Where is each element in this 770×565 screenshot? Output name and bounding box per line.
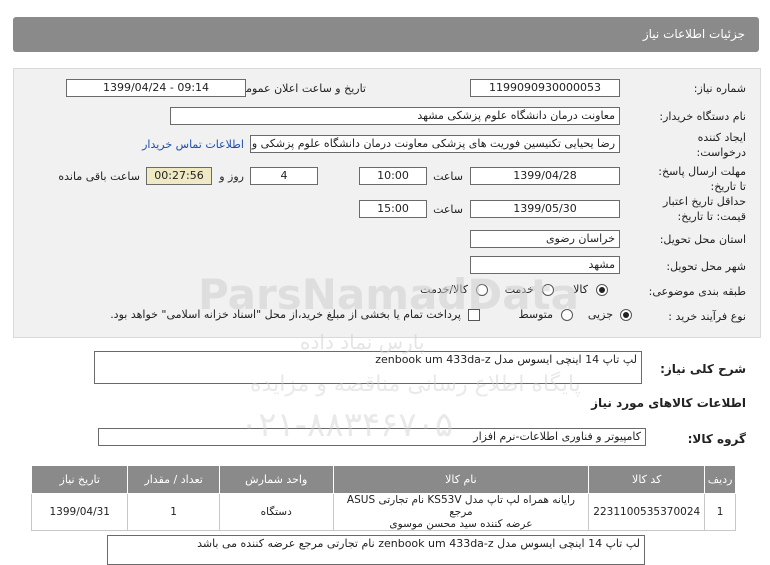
price-validity-label: حداقل تاریخ اعتبار: [662, 195, 746, 208]
category-option-service: خدمت: [504, 283, 534, 296]
page-title: جزئیات اطلاعات نیاز: [642, 27, 745, 41]
category-option-goods: کالا: [573, 283, 588, 296]
reply-deadline-label: مهلت ارسال پاسخ:: [658, 165, 746, 178]
process-option-medium: متوسط: [518, 308, 553, 321]
need-number-field: 1199090930000053: [470, 79, 620, 97]
col-unit: واحد شمارش: [218, 465, 334, 494]
remaining-days-field: 4: [250, 167, 318, 185]
cell-name: رایانه همراه لپ تاپ مدل KS53V نام تجارتی…: [332, 493, 590, 531]
category-radio-goods[interactable]: [596, 284, 608, 296]
cell-qty: 1: [127, 493, 220, 531]
col-name: نام کالا: [332, 465, 590, 494]
reply-time-label: ساعت: [433, 170, 463, 183]
buyer-contact-link[interactable]: اطلاعات تماس خریدار: [142, 138, 244, 151]
goods-section-title: اطلاعات کالاهای مورد نیاز: [591, 396, 746, 410]
creator-label-2: درخواست:: [696, 146, 746, 159]
announce-field: 1399/04/24 - 09:14: [66, 79, 246, 97]
category-option-goods-service: کالا/خدمت: [420, 283, 468, 296]
buyer-org-field: معاونت درمان دانشگاه علوم پزشکی مشهد: [170, 107, 620, 125]
cell-code: 2231100535370024: [588, 493, 706, 531]
treasury-checkbox-label: پرداخت تمام یا بخشی از مبلغ خرید،از محل …: [110, 308, 461, 321]
price-time-label: ساعت: [433, 203, 463, 216]
province-field: خراسان رضوی: [470, 230, 620, 248]
cell-unit: دستگاه: [218, 493, 334, 531]
cell-name-line-1: رایانه همراه لپ تاپ مدل KS53V نام تجارتی…: [346, 494, 575, 518]
price-date-field: 1399/05/30: [470, 200, 620, 218]
table-header-row: ردیف کد کالا نام کالا واحد شمارش تعداد /…: [30, 465, 736, 494]
reply-deadline-label-2: تا تاریخ:: [710, 180, 746, 193]
cell-row: 1: [704, 493, 736, 531]
process-radio-medium[interactable]: [561, 309, 573, 321]
goods-group-field: کامپیوتر و فناوری اطلاعات-نرم افزار: [98, 428, 646, 446]
purchase-process-label: نوع فرآیند خرید :: [668, 310, 746, 323]
city-label: شهر محل تحویل:: [666, 260, 746, 273]
need-number-label: شماره نیاز:: [693, 82, 746, 95]
summary-field: لپ تاپ 14 اینچی ایسوس مدل zenbook um 433…: [94, 351, 642, 384]
col-code: کد کالا: [588, 465, 706, 494]
city-field: مشهد: [470, 256, 620, 274]
col-qty: تعداد / مقدار: [127, 465, 220, 494]
price-validity-label-2: قیمت: تا تاریخ:: [677, 210, 746, 223]
bottom-note-field: لپ تاپ 14 اینچی ایسوس مدل zenbook um 433…: [107, 535, 645, 565]
goods-table: ردیف کد کالا نام کالا واحد شمارش تعداد /…: [30, 465, 736, 531]
price-time-field: 15:00: [359, 200, 427, 218]
table-row: 1 2231100535370024 رایانه همراه لپ تاپ م…: [30, 493, 736, 531]
col-date: تاریخ نیاز: [30, 465, 129, 494]
summary-label: شرح کلی نیاز:: [660, 362, 746, 376]
category-radio-service[interactable]: [542, 284, 554, 296]
province-label: استان محل تحویل:: [659, 233, 746, 246]
page-header: جزئیات اطلاعات نیاز: [13, 17, 759, 52]
creator-field: رضا یحیایی تکنیسین فوریت های پزشکی معاون…: [250, 135, 620, 153]
remaining-time-label: ساعت باقی مانده: [58, 170, 140, 183]
reply-date-field: 1399/04/28: [470, 167, 620, 185]
category-radio-goods-service[interactable]: [476, 284, 488, 296]
col-row: ردیف: [704, 465, 736, 494]
days-label: روز و: [219, 170, 244, 183]
creator-label: ایجاد کننده: [697, 131, 746, 144]
category-label: طبقه بندی موضوعی:: [648, 285, 746, 298]
cell-date: 1399/04/31: [30, 493, 129, 531]
announce-label: تاریخ و ساعت اعلان عمومی:: [233, 82, 366, 95]
cell-name-line-2: عرضه کننده سید محسن موسوی: [389, 518, 533, 530]
remaining-time-field: 00:27:56: [146, 167, 212, 185]
treasury-checkbox[interactable]: [468, 309, 480, 321]
buyer-org-label: نام دستگاه خریدار:: [659, 110, 746, 123]
process-option-minor: جزیی: [587, 308, 613, 321]
process-radio-minor[interactable]: [620, 309, 632, 321]
goods-group-label: گروه کالا:: [687, 432, 746, 446]
reply-time-field: 10:00: [359, 167, 427, 185]
